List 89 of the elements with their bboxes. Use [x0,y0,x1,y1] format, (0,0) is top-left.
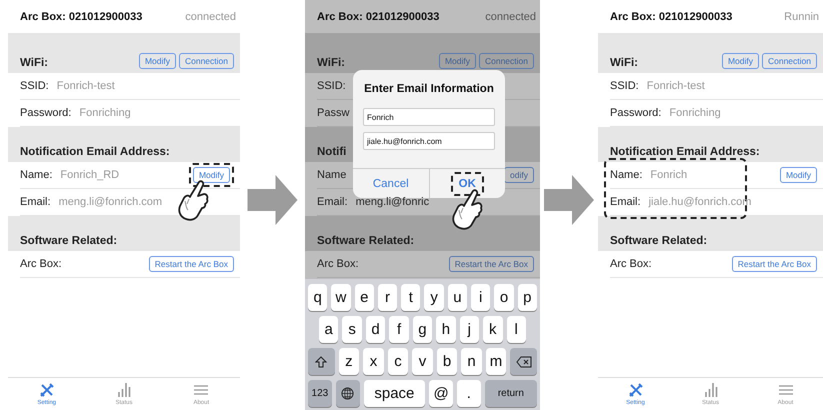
input-field[interactable]: jiale.hu@fonrich.com [363,132,495,150]
keyboard-key[interactable]: u [448,284,468,311]
section-title: WiFi: [317,57,345,69]
device-title: Arc Box: 021012900033 [317,10,440,22]
field-label: Arc Box: [317,258,359,270]
tools-icon [628,382,644,398]
keyboard-key[interactable]: c [388,348,408,375]
field-label: Email: [317,196,348,208]
keyboard-key[interactable]: z [338,348,360,375]
keyboard-key[interactable]: m [486,348,506,375]
field-value: meng.li@fonric [356,196,430,208]
dialog-button[interactable]: Cancel [368,176,413,192]
field-value: Fonriching [79,107,132,119]
keyboard-key[interactable]: a [319,316,338,343]
field-label: Passw [317,107,350,119]
keyboard-key[interactable]: . [457,380,481,407]
connection-status: connected [185,10,236,22]
keyboard-key[interactable]: y [424,284,444,311]
keyboard-key[interactable]: n [461,348,482,375]
field-label: Password: [610,107,662,119]
field-label: Password: [20,107,72,119]
connection-status: Runnin [784,10,819,22]
keyboard-key[interactable]: p [518,284,537,311]
section-title: Notifi [317,146,346,158]
keyboard-key[interactable]: h [436,316,456,343]
modify-button[interactable]: Restart the Arc Box [732,256,817,272]
section-title: Notification Email Address: [610,146,760,158]
backspace-icon [516,356,532,368]
field-label: Email: [610,196,641,208]
keyboard-key[interactable]: space [364,380,426,407]
keyboard-key[interactable]: o [494,284,514,311]
field-value: Fonrich-test [56,80,116,92]
keyboard-key[interactable]: i [471,284,490,311]
keyboard-key[interactable]: w [331,284,351,311]
keyboard-key[interactable]: v [412,348,433,375]
keyboard-key[interactable]: e [354,284,374,311]
right-arrow-icon [544,175,594,225]
input-field[interactable]: Fonrich [363,108,495,126]
keyboard-key[interactable]: return [484,380,537,407]
field-value: Fonriching [669,107,722,119]
keyboard-key[interactable]: @ [429,380,453,407]
keyboard-key[interactable] [510,348,537,375]
field-value: meng.li@fonrich.com [58,196,164,208]
keyboard-key[interactable] [336,380,360,407]
field-label: Arc Box: [20,258,62,270]
keyboard-key[interactable]: r [378,284,398,311]
keyboard-key[interactable]: j [460,316,480,343]
bar-chart-icon [116,382,132,398]
dialog-button[interactable]: OK [454,176,480,192]
keyboard-key[interactable]: b [436,348,458,375]
keyboard-key[interactable]: 123 [308,380,332,407]
connection-status: connected [485,10,536,22]
section-title: Software Related: [20,235,118,247]
section-title: WiFi: [20,57,48,69]
field-label: SSID: [317,80,346,92]
modify-button[interactable]: Modify [780,167,817,183]
field-label: SSID: [20,80,49,92]
keyboard-key[interactable]: l [506,316,526,343]
field-value: jiale.hu@fonrich.com [648,196,752,208]
keyboard-key[interactable]: t [401,284,420,311]
keyboard-key[interactable]: g [412,316,432,343]
field-label: Name: [20,169,52,181]
modify-button[interactable]: Restart the Arc Box [148,256,234,272]
field-label: Name: [610,169,642,181]
section-title: Software Related: [610,235,708,247]
device-title: Arc Box: 021012900033 [610,10,732,22]
shift-icon [315,356,328,368]
section-title: WiFi: [610,57,638,69]
keyboard-key[interactable] [308,348,335,375]
globe-icon [341,387,354,400]
field-value: Fonrich_RD [60,169,120,181]
field-label: SSID: [610,80,639,92]
device-title: Arc Box: 021012900033 [20,10,142,22]
section-title: Notification Email Address: [20,146,170,158]
dialog-title: Enter Email Information [363,82,495,97]
tools-icon [38,382,55,398]
keyboard-key[interactable]: s [342,316,362,343]
section-title: Software Related: [317,235,414,247]
field-value: Fonrich [650,169,688,181]
bar-chart-icon [702,382,718,398]
field-label: Email: [20,196,51,208]
keyboard-key[interactable]: f [389,316,409,343]
field-label: Arc Box: [610,258,652,270]
keyboard-key[interactable]: x [363,348,384,375]
field-value: Fonrich-test [646,80,706,92]
keyboard-key[interactable]: q [308,284,328,311]
keyboard-key[interactable]: d [366,316,386,343]
field-label: Name [317,169,346,181]
keyboard-key[interactable]: k [483,316,502,343]
